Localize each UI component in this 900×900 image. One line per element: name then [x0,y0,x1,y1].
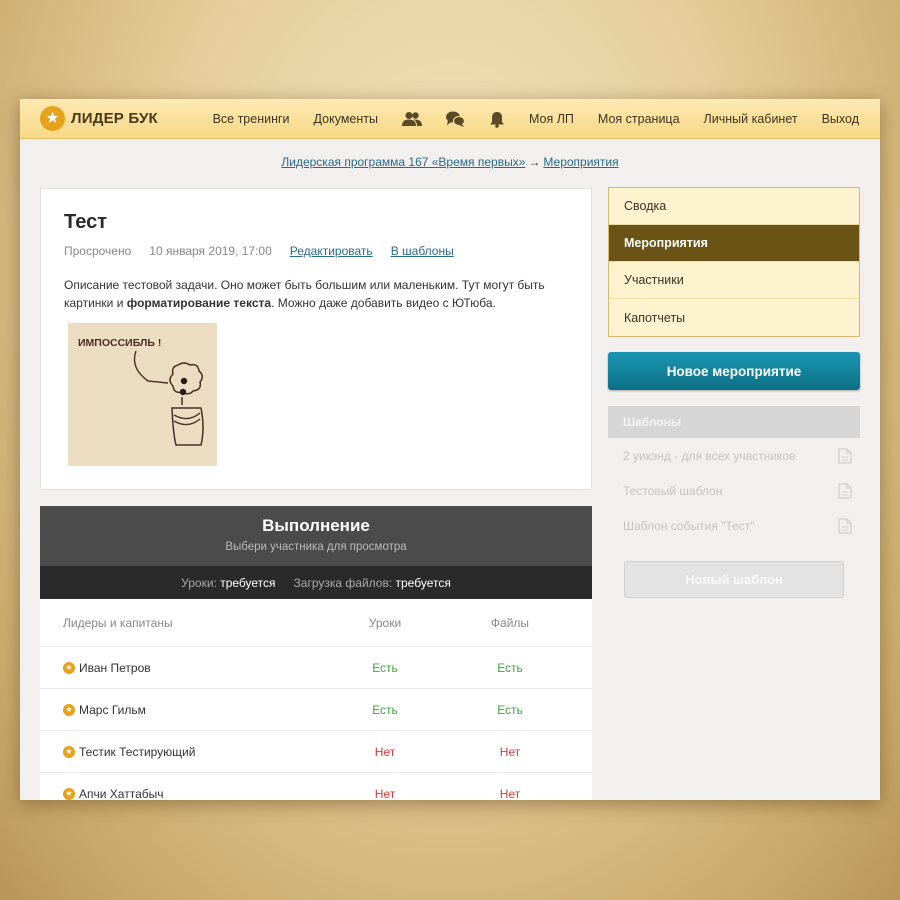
execution-title: Выполнение [262,516,370,535]
star-icon: ★ [63,661,75,674]
participant-name: Апчи Хаттабыч [79,786,164,801]
star-icon: ★ [63,745,75,758]
participant-name: Иван Петров [79,660,151,675]
lessons-status: Есть [372,702,398,717]
task-description-bold: форматирование текста [126,296,272,310]
execution-header: Выполнение Выбери участника для просмотр… [40,506,592,566]
files-requirement: Загрузка файлов: требуется [294,576,451,590]
breadcrumb-program-link[interactable]: Лидерская программа 167 «Время первых» [281,155,525,169]
files-status: Есть [497,660,523,675]
template-item[interactable]: Шаблон события "Тест" [608,508,860,543]
menu-item-reports[interactable]: Капотчеты [609,299,859,336]
files-status: Нет [499,786,521,801]
new-template-button[interactable]: Новый шаблон [624,561,844,598]
app-window: ★ ЛИДЕР БУК Все тренинги Документы Моя Л… [20,99,880,800]
participant-cell: ★ Иван Петров [40,661,320,675]
star-icon: ★ [40,106,65,131]
column-header-files: Файлы [490,615,530,630]
table-row[interactable]: ★ Тестик Тестирующий Нет Нет [40,731,592,773]
users-icon[interactable] [401,111,422,127]
image-caption: ИМПОССИБЛЬ ! [78,337,161,349]
bell-icon[interactable] [489,111,505,128]
menu-item-participants[interactable]: Участники [609,262,859,299]
files-requirement-value: требуется [395,575,451,590]
templates-title: Шаблоны [608,406,860,438]
main-nav: Все тренинги Документы Моя ЛП Моя страни… [189,99,859,139]
document-icon [838,447,852,464]
to-templates-link[interactable]: В шаблоны [391,244,454,258]
lessons-requirement: Уроки: требуется [181,576,275,590]
top-nav-bar: ★ ЛИДЕР БУК Все тренинги Документы Моя Л… [20,99,880,139]
participant-cell: ★ Марс Гильм [40,703,320,717]
task-card: Тест Просрочено 10 января 2019, 17:00 Ре… [40,188,592,490]
table-row[interactable]: ★ Иван Петров Есть Есть [40,647,592,689]
breadcrumb-separator: → [528,155,541,169]
chat-icon[interactable] [445,111,465,127]
table-header: Лидеры и капитаны Уроки Файлы [40,599,592,647]
nav-my-lp[interactable]: Моя ЛП [529,112,574,126]
templates-panel: Шаблоны 2 уикэнд - для всех участников Т… [608,406,860,598]
lessons-status: Нет [374,786,396,801]
execution-subtitle: Выбери участника для просмотра [225,541,407,553]
task-status: Просрочено [64,244,132,258]
new-event-button[interactable]: Новое мероприятие [608,352,860,390]
breadcrumb-events-link[interactable]: Мероприятия [543,155,618,169]
task-description: Описание тестовой задачи. Оно может быть… [64,276,564,312]
participant-name: Марс Гильм [79,702,146,717]
task-meta: Просрочено 10 января 2019, 17:00 Редакти… [64,244,454,258]
participant-cell: ★ Тестик Тестирующий [40,745,320,759]
document-icon [838,482,852,499]
lessons-requirement-value: требуется [220,575,276,590]
template-name: 2 уикэнд - для всех участников [623,448,796,463]
lessons-status: Нет [374,744,396,759]
edit-link[interactable]: Редактировать [290,244,373,258]
files-status: Есть [497,702,523,717]
requirements-bar: Уроки: требуется Загрузка файлов: требуе… [40,566,592,599]
logo-text: ЛИДЕР БУК [71,110,158,127]
participant-name: Тестик Тестирующий [79,744,196,759]
star-icon: ★ [63,787,75,800]
menu-item-events[interactable]: Мероприятия [609,225,859,262]
star-icon: ★ [63,703,75,716]
table-row[interactable]: ★ Апчи Хаттабыч Нет Нет [40,773,592,800]
task-image: ИМПОССИБЛЬ ! [68,323,217,466]
template-name: Шаблон события "Тест" [623,518,755,533]
participant-cell: ★ Апчи Хаттабыч [40,786,320,801]
nav-my-page[interactable]: Моя страница [598,112,680,126]
lessons-status: Есть [372,660,398,675]
breadcrumb: Лидерская программа 167 «Время первых» → М… [20,155,880,169]
logo[interactable]: ★ ЛИДЕР БУК [40,106,158,131]
template-name: Тестовый шаблон [623,483,723,498]
nav-all-trainings[interactable]: Все тренинги [213,112,290,126]
files-requirement-label: Загрузка файлов: [293,575,393,590]
task-description-text-end: . Можно даже добавить видео с ЮТюба. [271,296,496,310]
task-date: 10 января 2019, 17:00 [149,244,272,258]
column-header-name: Лидеры и капитаны [63,615,173,630]
template-item[interactable]: Тестовый шаблон [608,473,860,508]
nav-logout[interactable]: Выход [822,112,859,126]
menu-item-summary[interactable]: Сводка [609,188,859,225]
section-menu: Сводка Мероприятия Участники Капотчеты [608,187,860,337]
lessons-requirement-label: Уроки: [181,575,217,590]
template-item[interactable]: 2 уикэнд - для всех участников [608,438,860,473]
task-title: Тест [64,211,107,233]
files-status: Нет [499,744,521,759]
nav-documents[interactable]: Документы [314,112,378,126]
column-header-lessons: Уроки [368,615,402,630]
nav-personal-cabinet[interactable]: Личный кабинет [704,112,798,126]
execution-panel: Выполнение Выбери участника для просмотр… [40,506,592,800]
document-icon [838,517,852,534]
table-row[interactable]: ★ Марс Гильм Есть Есть [40,689,592,731]
